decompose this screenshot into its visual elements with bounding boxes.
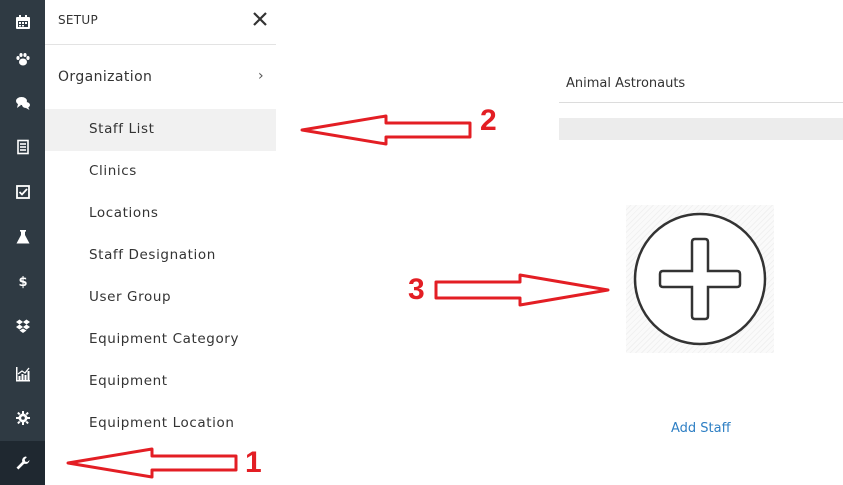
panel-title: SETUP xyxy=(58,13,99,27)
menu-item-label: User Group xyxy=(89,289,172,305)
menu-item-label: Equipment Category xyxy=(89,331,240,347)
menu-item-label: Locations xyxy=(89,205,159,221)
wrench-icon[interactable] xyxy=(0,441,45,485)
gear-icon[interactable] xyxy=(0,396,45,440)
menu-item-label: Staff Designation xyxy=(89,247,216,263)
menu-item-locations[interactable]: Locations xyxy=(45,193,276,235)
add-staff-link[interactable]: Add Staff xyxy=(671,421,731,436)
menu-item-label: Equipment Location xyxy=(89,415,235,431)
chat-icon[interactable] xyxy=(0,81,45,125)
menu-item-label: Clinics xyxy=(89,163,137,179)
organization-label: Organization xyxy=(58,69,153,85)
menu-item-user-group[interactable]: User Group xyxy=(45,277,276,319)
annotation-number-3: 3 xyxy=(408,273,425,306)
organization-menu[interactable]: Organization › xyxy=(45,60,276,94)
menu-item-equipment-location[interactable]: Equipment Location xyxy=(45,403,276,445)
menu-item-label: Staff List xyxy=(89,121,155,137)
chart-icon[interactable] xyxy=(0,352,45,396)
annotation-arrow-3 xyxy=(434,273,610,307)
annotation-number-1: 1 xyxy=(245,446,262,479)
dropbox-icon[interactable] xyxy=(0,304,45,348)
annotation-number-2: 2 xyxy=(480,104,497,137)
checkbox-icon[interactable] xyxy=(0,170,45,214)
menu-item-clinics[interactable]: Clinics xyxy=(45,151,276,193)
menu-item-staff-designation[interactable]: Staff Designation xyxy=(45,235,276,277)
menu-item-equipment-category[interactable]: Equipment Category xyxy=(45,319,276,361)
document-icon[interactable] xyxy=(0,125,45,169)
chevron-right-icon: › xyxy=(258,68,264,84)
toolbar-bar xyxy=(559,118,843,140)
setup-panel-header: SETUP xyxy=(45,0,276,45)
divider xyxy=(559,102,843,103)
close-icon[interactable] xyxy=(251,10,269,28)
plus-circle-icon xyxy=(633,212,767,346)
add-staff-card[interactable] xyxy=(626,205,774,353)
setup-panel: SETUP Organization › Staff List Clinics … xyxy=(45,0,276,485)
paw-icon[interactable] xyxy=(0,37,45,81)
svg-text:$: $ xyxy=(18,275,27,289)
menu-item-staff-list[interactable]: Staff List xyxy=(45,109,276,151)
menu-item-label: Equipment xyxy=(89,373,168,389)
dollar-icon[interactable]: $ xyxy=(0,259,45,303)
menu-item-equipment[interactable]: Equipment xyxy=(45,361,276,403)
icon-sidebar: $ xyxy=(0,0,45,485)
annotation-arrow-2 xyxy=(300,114,472,146)
organization-name: Animal Astronauts xyxy=(566,76,686,91)
flask-icon[interactable] xyxy=(0,215,45,259)
